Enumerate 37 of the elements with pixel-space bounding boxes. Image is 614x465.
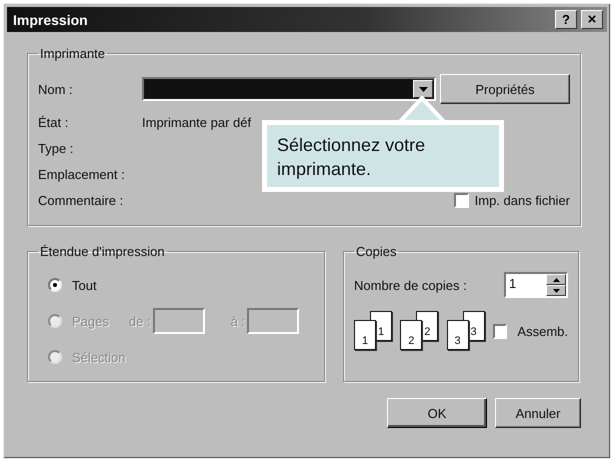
page-icon: 1 [354,320,376,350]
copies-value: 1 [508,275,518,293]
checkbox[interactable] [454,192,469,208]
printer-dropdown[interactable] [142,77,436,101]
checkbox-label: Assemb. [517,324,568,338]
caret-down-icon [552,288,560,292]
tooltip-text: Sélectionnez votre imprimante. [277,135,426,180]
close-button[interactable]: × [581,10,603,29]
spin-up-button[interactable] [546,274,566,285]
help-button[interactable]: ? [555,10,577,29]
input-field[interactable] [247,308,300,334]
checkbox[interactable] [492,324,508,338]
radio-label: Tout [72,278,97,292]
field-label: Emplacement : [38,166,126,182]
field-label: Nombre de copies : [354,278,467,292]
window-title: Impression [13,12,88,28]
group-label: Imprimante [39,46,106,61]
radio-button[interactable] [48,278,62,292]
field-label: Nom : [38,82,74,96]
spin-down-button[interactable] [546,285,566,296]
field-label: État : [38,114,70,130]
page-icon: 3 [446,320,469,350]
dropdown-button[interactable] [413,80,433,98]
field-label: Type : [38,140,74,156]
group-label: Copies [355,244,398,259]
cancel-button[interactable]: Annuler [495,398,581,428]
properties-button[interactable]: Propriétés [440,74,570,104]
field-value: Imprimante par déf [142,114,252,130]
page-icon: 2 [400,320,422,350]
caret-icon [418,86,428,92]
input-field[interactable] [152,308,205,334]
caret-up-icon [552,278,560,282]
checkbox-label: Imp. dans fichier [474,192,570,208]
copies-spinner[interactable]: 1 [504,272,568,298]
ok-button[interactable]: OK [387,398,487,428]
field-label: Commentaire : [38,192,124,208]
group-label: Étendue d'impression [39,244,166,259]
